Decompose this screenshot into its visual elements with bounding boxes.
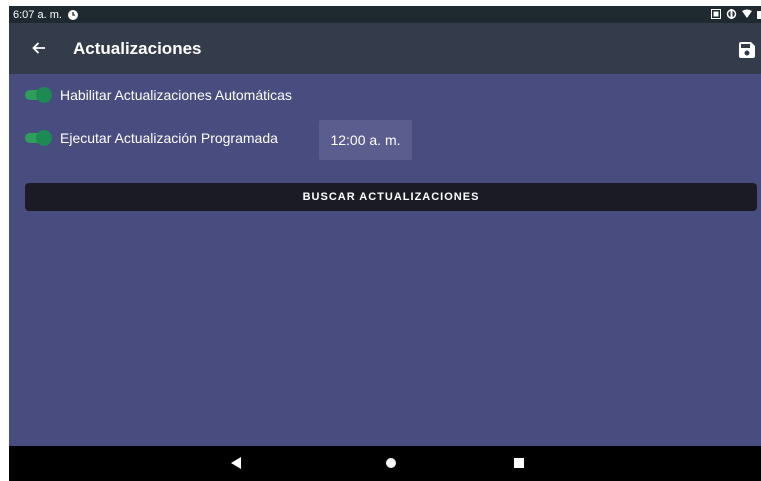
status-icons [711, 9, 761, 19]
nav-recents-icon[interactable] [514, 458, 524, 468]
search-updates-button[interactable]: BUSCAR ACTUALIZACIONES [25, 183, 757, 211]
device-screen: 6:07 a. m. Actualizaciones Habilitar Act… [9, 6, 761, 481]
wifi-icon [742, 9, 752, 18]
clock-icon [67, 9, 78, 20]
app-bar: Actualizaciones [9, 23, 761, 74]
floppy-disk-icon[interactable] [737, 40, 757, 60]
data-saver-icon [726, 9, 737, 19]
battery-icon [757, 11, 761, 19]
scheduled-update-label: Ejecutar Actualización Programada [60, 130, 278, 146]
settings-content: Habilitar Actualizaciones Automáticas Ej… [9, 74, 761, 446]
scheduled-update-row: Ejecutar Actualización Programada [23, 130, 278, 146]
nav-back-icon[interactable] [231, 457, 241, 469]
auto-updates-switch[interactable] [23, 87, 53, 103]
scheduled-update-switch[interactable] [23, 130, 53, 146]
arrow-left-icon[interactable] [29, 38, 49, 58]
page-title: Actualizaciones [73, 39, 202, 58]
nav-home-icon[interactable] [386, 458, 396, 468]
status-time: 6:07 a. m. [13, 8, 62, 21]
auto-updates-row: Habilitar Actualizaciones Automáticas [23, 87, 292, 103]
screenshot-icon [711, 9, 721, 19]
navigation-bar [9, 446, 761, 481]
auto-updates-label: Habilitar Actualizaciones Automáticas [60, 87, 292, 103]
status-bar: 6:07 a. m. [9, 6, 761, 23]
scheduled-time-button[interactable]: 12:00 a. m. [319, 120, 412, 160]
